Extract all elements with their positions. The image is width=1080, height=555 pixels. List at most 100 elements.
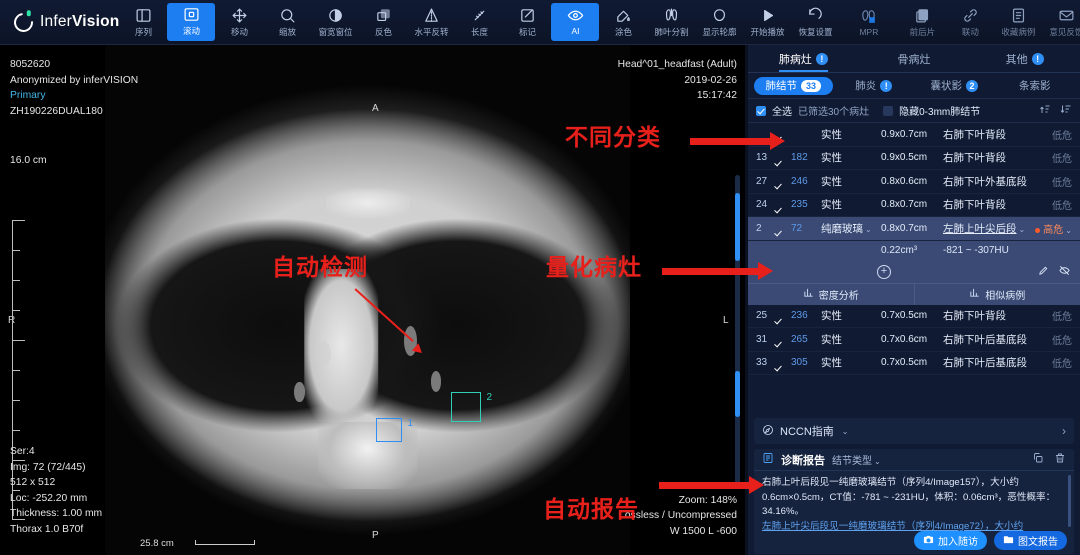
report-title: 诊断报告 bbox=[781, 454, 825, 467]
nodule-image-number[interactable]: 72 bbox=[791, 223, 821, 234]
subtab-条索影[interactable]: 条索影 bbox=[996, 77, 1075, 95]
nodule-index: 24 bbox=[756, 199, 768, 211]
action-密度分析[interactable]: 密度分析 bbox=[748, 284, 914, 305]
tool-滚动[interactable]: 滚动 bbox=[167, 2, 216, 41]
tool-label: 水平反转 bbox=[414, 26, 449, 37]
nodule-location: 右肺下叶外基底段 bbox=[943, 175, 1027, 188]
nodule-image-number[interactable]: 236 bbox=[791, 310, 821, 321]
report-header-icons bbox=[1032, 452, 1066, 467]
select-all-label: 全选 bbox=[772, 107, 792, 118]
tool-显示轮廓[interactable]: 显示轮廓 bbox=[695, 0, 743, 45]
tab-骨病灶[interactable]: 骨病灶 bbox=[859, 45, 970, 72]
table-row[interactable]: 31 265 实性 0.7x0.6cm 右肺下叶后基底段 低危 bbox=[748, 328, 1080, 352]
tool-label: 长度 bbox=[470, 26, 488, 37]
subtab-count: 2 bbox=[966, 79, 978, 92]
pencil-icon[interactable] bbox=[1038, 265, 1049, 279]
study-time: 15:17:42 bbox=[696, 90, 737, 101]
nccn-expand-arrow-icon[interactable]: › bbox=[1062, 424, 1066, 438]
tool-label: 标记 bbox=[518, 26, 536, 37]
tool-窗宽窗位[interactable]: 窗宽窗位 bbox=[311, 0, 359, 45]
trash-icon[interactable] bbox=[1054, 452, 1066, 467]
reset-icon bbox=[807, 7, 824, 24]
nodule-image-number[interactable]: 305 bbox=[791, 357, 821, 368]
report-text-body[interactable]: 右肺上叶后段见一纯磨玻璃结节（序列4/Image157），大小约0.6cm×0.… bbox=[754, 471, 1074, 533]
add-to-followup-button[interactable]: 加入随访 bbox=[914, 531, 987, 550]
subtab-label: 肺炎 bbox=[855, 80, 877, 92]
slice-scrollbar-thumb-secondary[interactable] bbox=[735, 371, 740, 417]
nodule-index: 25 bbox=[756, 310, 768, 322]
table-row[interactable]: 27 246 实性 0.8x0.6cm 右肺下叶外基底段 低危 bbox=[748, 170, 1080, 194]
tool-涂色[interactable]: 涂色 bbox=[599, 0, 647, 45]
nodule-marker-box-1[interactable]: 1 bbox=[376, 418, 413, 442]
table-row[interactable]: 2 72 纯磨玻璃 ⌄ 0.8x0.7cm 左肺上叶尖后段 ⌄ 高危 ⌄ bbox=[748, 217, 1080, 241]
nodule-size: 0.9x0.5cm bbox=[881, 152, 928, 164]
nodule-type: 实性 bbox=[821, 357, 842, 370]
tab-肺病灶[interactable]: 肺病灶! bbox=[748, 45, 859, 72]
flip-icon bbox=[423, 7, 440, 24]
tool-序列[interactable]: 序列 bbox=[119, 0, 167, 45]
tool-前后片[interactable]: 前后片 bbox=[898, 0, 946, 45]
nodule-image-number[interactable]: 265 bbox=[791, 334, 821, 345]
slice-thickness: Thickness: 1.00 mm bbox=[10, 508, 103, 519]
nodule-image-number[interactable]: 235 bbox=[791, 199, 821, 210]
image-matrix: 512 x 512 bbox=[10, 477, 56, 488]
eye-off-icon[interactable] bbox=[1059, 265, 1070, 279]
tool-开始播放[interactable]: 开始播放 bbox=[743, 0, 791, 45]
nccn-guideline-row[interactable]: NCCN指南 ⌄ › bbox=[754, 418, 1074, 444]
nodule-location: 左肺上叶尖后段 ⌄ bbox=[943, 222, 1026, 235]
tool-联动[interactable]: 联动 bbox=[946, 0, 994, 45]
copy-icon[interactable] bbox=[1032, 452, 1044, 467]
hide-small-nodules-checkbox[interactable] bbox=[883, 105, 894, 116]
table-row[interactable]: 实性 0.9x0.7cm 右肺下叶背段 低危 bbox=[748, 123, 1080, 147]
nodule-marker-box-2[interactable]: 2 bbox=[451, 392, 492, 422]
nodule-type: 实性 bbox=[821, 128, 842, 141]
nodule-list[interactable]: 实性 0.9x0.7cm 右肺下叶背段 低危 13 182 实性 0.9x0.5cm 右肺下叶背… bbox=[748, 123, 1080, 413]
tool-标记[interactable]: 标记 bbox=[503, 0, 551, 45]
subtab-囊状影[interactable]: 囊状影 2 bbox=[915, 77, 994, 95]
subtab-肺结节[interactable]: 肺结节 33 bbox=[754, 76, 833, 95]
tool-肺叶分割[interactable]: 肺叶分割 bbox=[647, 0, 695, 45]
subtab-肺炎[interactable]: 肺炎! bbox=[835, 77, 914, 95]
tool-缩放[interactable]: 缩放 bbox=[263, 0, 311, 45]
tool-长度[interactable]: 长度 bbox=[455, 0, 503, 45]
report-scrollbar[interactable] bbox=[1068, 475, 1071, 527]
report-buttons: 加入随访 图文报告 bbox=[914, 531, 1067, 550]
table-row[interactable]: 33 305 实性 0.7x0.5cm 右肺下叶后基底段 低危 bbox=[748, 352, 1080, 375]
sort-order-icon[interactable] bbox=[1060, 103, 1072, 118]
study-info-block: Head^01_headfast (Adult) 2019-02-26 15:1… bbox=[618, 57, 737, 104]
action-相似病例[interactable]: 相似病例 bbox=[913, 283, 1080, 305]
report-type-select[interactable]: 结节类型 ⌄ bbox=[832, 452, 881, 467]
tool-恢复设置[interactable]: 恢复设置 bbox=[791, 0, 839, 45]
table-row[interactable]: 25 236 实性 0.7x0.5cm 右肺下叶背段 低危 bbox=[748, 305, 1080, 328]
tool-移动[interactable]: 移动 bbox=[215, 0, 263, 45]
tool-反色[interactable]: 反色 bbox=[359, 0, 407, 45]
nodule-action-bar: 密度分析 相似病例 bbox=[748, 282, 1080, 305]
image-number: Img: 72 (72/445) bbox=[10, 461, 86, 473]
eye-icon bbox=[567, 7, 584, 24]
tool-收藏病例[interactable]: 收藏病例 bbox=[994, 0, 1042, 45]
tab-badge: ! bbox=[815, 52, 828, 65]
nodule-size: 0.8x0.7cm bbox=[881, 199, 928, 211]
infervision-logo-icon bbox=[10, 8, 37, 36]
select-all-checkbox[interactable] bbox=[756, 105, 766, 116]
tab-其他[interactable]: 其他! bbox=[969, 45, 1080, 72]
nodule-index: 31 bbox=[756, 333, 768, 345]
tool-意见反馈[interactable]: 意见反馈 bbox=[1042, 0, 1080, 45]
nodule-image-number[interactable]: 182 bbox=[791, 152, 821, 163]
add-measurement-button[interactable]: + bbox=[877, 264, 891, 279]
nodule-index: 27 bbox=[756, 175, 768, 187]
slice-scrollbar[interactable] bbox=[735, 175, 740, 485]
nodule-risk: 低危 bbox=[1052, 177, 1072, 189]
slice-scrollbar-thumb[interactable] bbox=[735, 193, 740, 261]
tool-mpr[interactable]: MPR bbox=[859, 0, 878, 45]
subtab-label: 肺结节 bbox=[765, 80, 797, 92]
sort-filter-icon[interactable] bbox=[1039, 103, 1051, 118]
table-row[interactable]: 13 182 实性 0.9x0.5cm 右肺下叶背段 低危 bbox=[748, 147, 1080, 170]
image-report-button[interactable]: 图文报告 bbox=[994, 531, 1067, 550]
nccn-caret-icon[interactable]: ⌄ bbox=[842, 427, 849, 436]
table-row[interactable]: 24 235 实性 0.8x0.7cm 右肺下叶背段 低危 bbox=[748, 194, 1080, 217]
nodule-index: 33 bbox=[756, 357, 768, 369]
tool-水平反转[interactable]: 水平反转 bbox=[407, 0, 455, 45]
tool-AI[interactable]: AI bbox=[551, 2, 600, 41]
nodule-image-number[interactable]: 246 bbox=[791, 176, 821, 187]
